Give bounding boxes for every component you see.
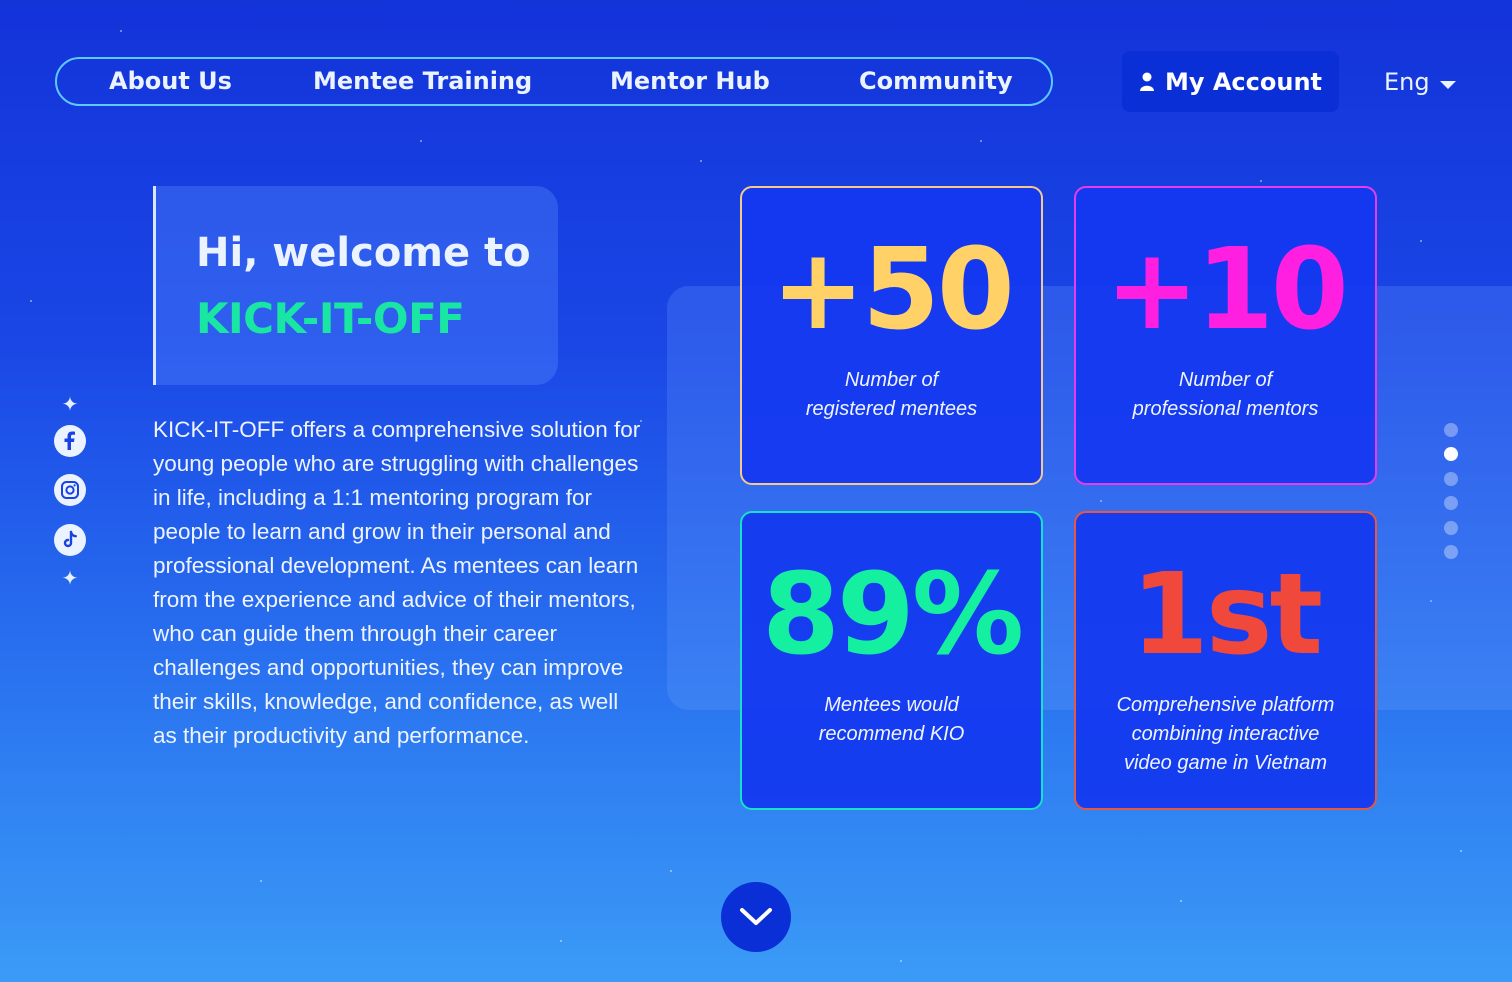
stat-card-recommend: 89% Mentees would recommend KIO <box>740 511 1043 810</box>
pagination-dot[interactable] <box>1444 545 1458 559</box>
nav-item-mentor-hub[interactable]: Mentor Hub <box>610 59 770 104</box>
nav-item-mentee-training[interactable]: Mentee Training <box>313 59 532 104</box>
stat-label: Comprehensive platform combining interact… <box>1116 694 1335 774</box>
stat-value: +10 <box>1105 225 1349 355</box>
chevron-down-icon <box>740 908 772 925</box>
language-selector[interactable]: Eng <box>1384 62 1456 102</box>
stat-label: Mentees would recommend KIO <box>818 694 965 745</box>
stat-card-mentors: +10 Number of professional mentors <box>1074 186 1377 485</box>
pagination-dot[interactable] <box>1444 471 1458 486</box>
stat-label: Number of registered mentees <box>805 369 978 420</box>
hero-description: KICK-IT-OFF offers a comprehensive solut… <box>153 417 641 748</box>
user-icon <box>1139 72 1154 91</box>
welcome-card: Hi, welcome to KICK-IT-OFF <box>153 186 558 385</box>
instagram-icon[interactable] <box>54 474 86 506</box>
stat-card-platform: 1st Comprehensive platform combining inte… <box>1074 511 1377 810</box>
caret-down-icon <box>1439 81 1456 89</box>
stat-card-mentees: +50 Number of registered mentees <box>740 186 1043 485</box>
stat-value: 89% <box>761 550 1024 680</box>
stat-label: Number of professional mentors <box>1132 369 1319 420</box>
nav-item-about-us[interactable]: About Us <box>109 59 232 104</box>
nav-item-community[interactable]: Community <box>859 59 1013 104</box>
facebook-icon[interactable] <box>54 425 86 457</box>
main-nav: About Us Mentee Training Mentor Hub Comm… <box>55 57 1053 106</box>
brand-name: KICK-IT-OFF <box>196 294 465 343</box>
pagination-dot[interactable] <box>1444 423 1458 437</box>
scroll-down-button[interactable] <box>721 882 791 952</box>
tiktok-icon[interactable] <box>54 524 86 556</box>
my-account-label: My Account <box>1164 67 1323 96</box>
stat-value: 1st <box>1130 550 1323 680</box>
sparkle-icon: ✦ <box>61 392 79 416</box>
pagination-dot[interactable] <box>1444 520 1458 535</box>
language-label: Eng <box>1384 68 1430 96</box>
stat-value: +50 <box>771 225 1015 355</box>
welcome-greeting: Hi, welcome to <box>196 230 531 276</box>
my-account-button[interactable]: My Account <box>1122 51 1339 112</box>
sparkle-icon: ✦ <box>61 566 79 590</box>
